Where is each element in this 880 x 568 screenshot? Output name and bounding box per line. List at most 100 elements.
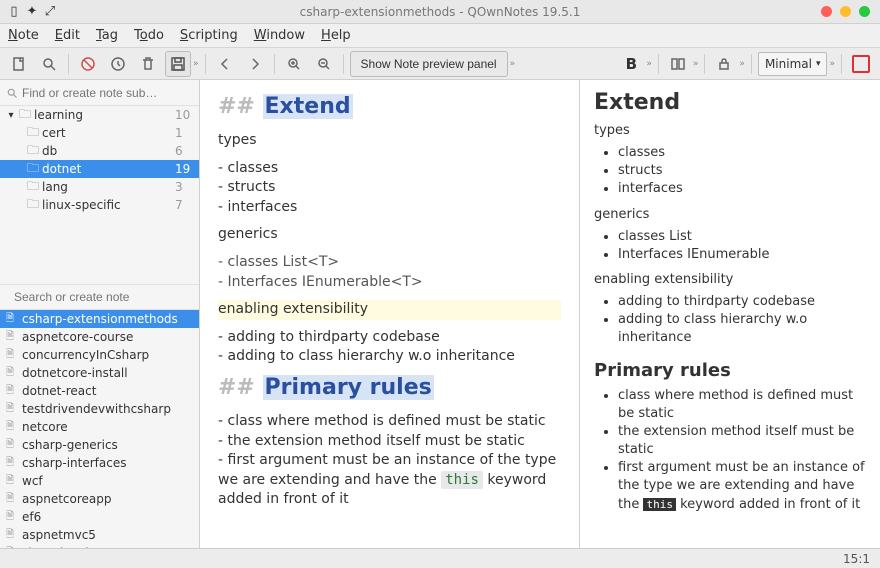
note-row[interactable]: 🗎csharp-generics xyxy=(0,436,199,454)
titlebar: ▯ ✦ ⤢ csharp-extensionmethods - QOwnNote… xyxy=(0,0,880,24)
note-row[interactable]: 🗎dotnetcore-install xyxy=(0,364,199,382)
editor-text: generics xyxy=(218,225,561,245)
preview-list: class where method is defined must be st… xyxy=(618,387,866,514)
folder-tree: ▾🗀learning10 🗀cert1 🗀db6 🗀dotnet19 🗀lang… xyxy=(0,106,199,214)
chevron-icon[interactable]: » xyxy=(739,59,745,69)
zoom-out-icon[interactable] xyxy=(311,51,337,77)
preview-heading: Extend xyxy=(594,90,866,115)
heading-extend: ## Extend xyxy=(218,94,561,119)
note-list: 🗎csharp-extensionmethods 🗎aspnetcore-cou… xyxy=(0,310,199,548)
separator xyxy=(68,54,69,74)
trash-icon[interactable] xyxy=(135,51,161,77)
close-icon[interactable] xyxy=(821,6,832,17)
search-icon xyxy=(6,87,18,99)
note-row[interactable]: 🗎aspnetmvc5 xyxy=(0,526,199,544)
editor-pane[interactable]: ## Extend types - classes- structs- inte… xyxy=(200,80,580,548)
distraction-free-icon[interactable] xyxy=(848,51,874,77)
window-controls xyxy=(821,6,870,17)
menu-tag[interactable]: Tag xyxy=(96,28,118,43)
editor-text: - class where method is defined must be … xyxy=(218,412,561,510)
lock-icon[interactable] xyxy=(711,51,737,77)
sidebar: ▾🗀learning10 🗀cert1 🗀db6 🗀dotnet19 🗀lang… xyxy=(0,80,200,548)
chevron-icon[interactable]: » xyxy=(829,59,835,69)
editor-text: - classes- structs- interfaces xyxy=(218,159,561,218)
preview-text: enabling extensibility xyxy=(594,272,866,287)
menu-note[interactable]: Note xyxy=(8,28,39,43)
menu-edit[interactable]: Edit xyxy=(55,28,80,43)
folder-search[interactable] xyxy=(0,80,199,106)
note-row[interactable]: 🗎netcore xyxy=(0,418,199,436)
editor-text: enabling extensibility xyxy=(218,300,561,320)
chevron-icon[interactable]: » xyxy=(646,59,652,69)
menu-todo[interactable]: Todo xyxy=(134,28,164,43)
folder-row-cert[interactable]: 🗀cert1 xyxy=(0,124,199,142)
menubar: Note Edit Tag Todo Scripting Window Help xyxy=(0,24,880,48)
statusbar: 15:1 xyxy=(0,548,880,568)
preview-list: classesstructsinterfaces xyxy=(618,144,866,199)
editor-text: - adding to thirdparty codebase- adding … xyxy=(218,328,561,367)
separator xyxy=(274,54,275,74)
preview-heading: Primary rules xyxy=(594,360,866,381)
folder-row-db[interactable]: 🗀db6 xyxy=(0,142,199,160)
new-note-icon[interactable] xyxy=(6,51,32,77)
workspace-label: Minimal xyxy=(765,57,812,71)
editor-text: types xyxy=(218,131,561,151)
preview-pane: Extend types classesstructsinterfaces ge… xyxy=(580,80,880,548)
cursor-position: 15:1 xyxy=(843,552,870,566)
note-row[interactable]: 🗎concurrencyInCsharp xyxy=(0,346,199,364)
preview-list: classes ListInterfaces IEnumerable xyxy=(618,228,866,264)
folder-row-dotnet[interactable]: 🗀dotnet19 xyxy=(0,160,199,178)
heading-primary-rules: ## Primary rules xyxy=(218,375,561,400)
titlebar-left-icons: ▯ ✦ ⤢ xyxy=(8,6,56,18)
chevron-icon[interactable]: » xyxy=(193,59,199,69)
forward-icon[interactable] xyxy=(242,51,268,77)
folder-search-input[interactable] xyxy=(22,86,193,100)
bold-icon[interactable]: B xyxy=(618,51,644,77)
maximize-icon[interactable] xyxy=(859,6,870,17)
folder-row-linux[interactable]: 🗀linux-specific7 xyxy=(0,196,199,214)
zoom-in-icon[interactable] xyxy=(281,51,307,77)
note-search[interactable] xyxy=(0,284,199,310)
note-row[interactable]: 🗎ef6 xyxy=(0,508,199,526)
chevron-icon[interactable]: » xyxy=(693,59,699,69)
folder-row-lang[interactable]: 🗀lang3 xyxy=(0,178,199,196)
chevron-icon[interactable]: » xyxy=(510,59,516,69)
separator xyxy=(343,54,344,74)
separator xyxy=(205,54,206,74)
note-row[interactable]: 🗎csharp-interfaces xyxy=(0,454,199,472)
menu-scripting[interactable]: Scripting xyxy=(180,28,238,43)
separator xyxy=(658,54,659,74)
preview-text: generics xyxy=(594,207,866,222)
history-icon[interactable] xyxy=(105,51,131,77)
separator xyxy=(841,54,842,74)
expand-icon[interactable]: ⤢ xyxy=(44,6,56,18)
main: ▾🗀learning10 🗀cert1 🗀db6 🗀dotnet19 🗀lang… xyxy=(0,80,880,548)
preview-panel-button[interactable]: Show Note preview panel xyxy=(350,51,508,77)
minimize-icon[interactable] xyxy=(840,6,851,17)
separator xyxy=(751,54,752,74)
menu-help[interactable]: Help xyxy=(321,28,351,43)
back-icon[interactable] xyxy=(212,51,238,77)
pin-icon[interactable]: ✦ xyxy=(26,6,38,18)
window-title: csharp-extensionmethods - QOwnNotes 19.5… xyxy=(300,5,581,19)
workspace-dropdown[interactable]: Minimal▾ xyxy=(758,52,828,76)
panel-icon[interactable] xyxy=(665,51,691,77)
editor-text: - classes List<T>- Interfaces IEnumerabl… xyxy=(218,253,561,292)
search-icon[interactable] xyxy=(36,51,62,77)
save-icon[interactable] xyxy=(165,51,191,77)
note-row[interactable]: 🗎aspnetcore-course xyxy=(0,328,199,346)
note-search-input[interactable] xyxy=(6,290,193,304)
note-row[interactable]: 🗎wcf xyxy=(0,472,199,490)
preview-list: adding to thirdparty codebaseadding to c… xyxy=(618,293,866,348)
note-row[interactable]: 🗎dotnet-react xyxy=(0,382,199,400)
separator xyxy=(704,54,705,74)
forbidden-icon[interactable] xyxy=(75,51,101,77)
note-row[interactable]: 🗎csharp-extensionmethods xyxy=(0,310,199,328)
toolbar: » Show Note preview panel » B » » » Mini… xyxy=(0,48,880,80)
preview-text: types xyxy=(594,123,866,138)
note-row[interactable]: 🗎aspnetcoreapp xyxy=(0,490,199,508)
note-row[interactable]: 🗎testdrivendevwithcsharp xyxy=(0,400,199,418)
app-menu-icon[interactable]: ▯ xyxy=(8,6,20,18)
menu-window[interactable]: Window xyxy=(254,28,305,43)
folder-row-learning[interactable]: ▾🗀learning10 xyxy=(0,106,199,124)
